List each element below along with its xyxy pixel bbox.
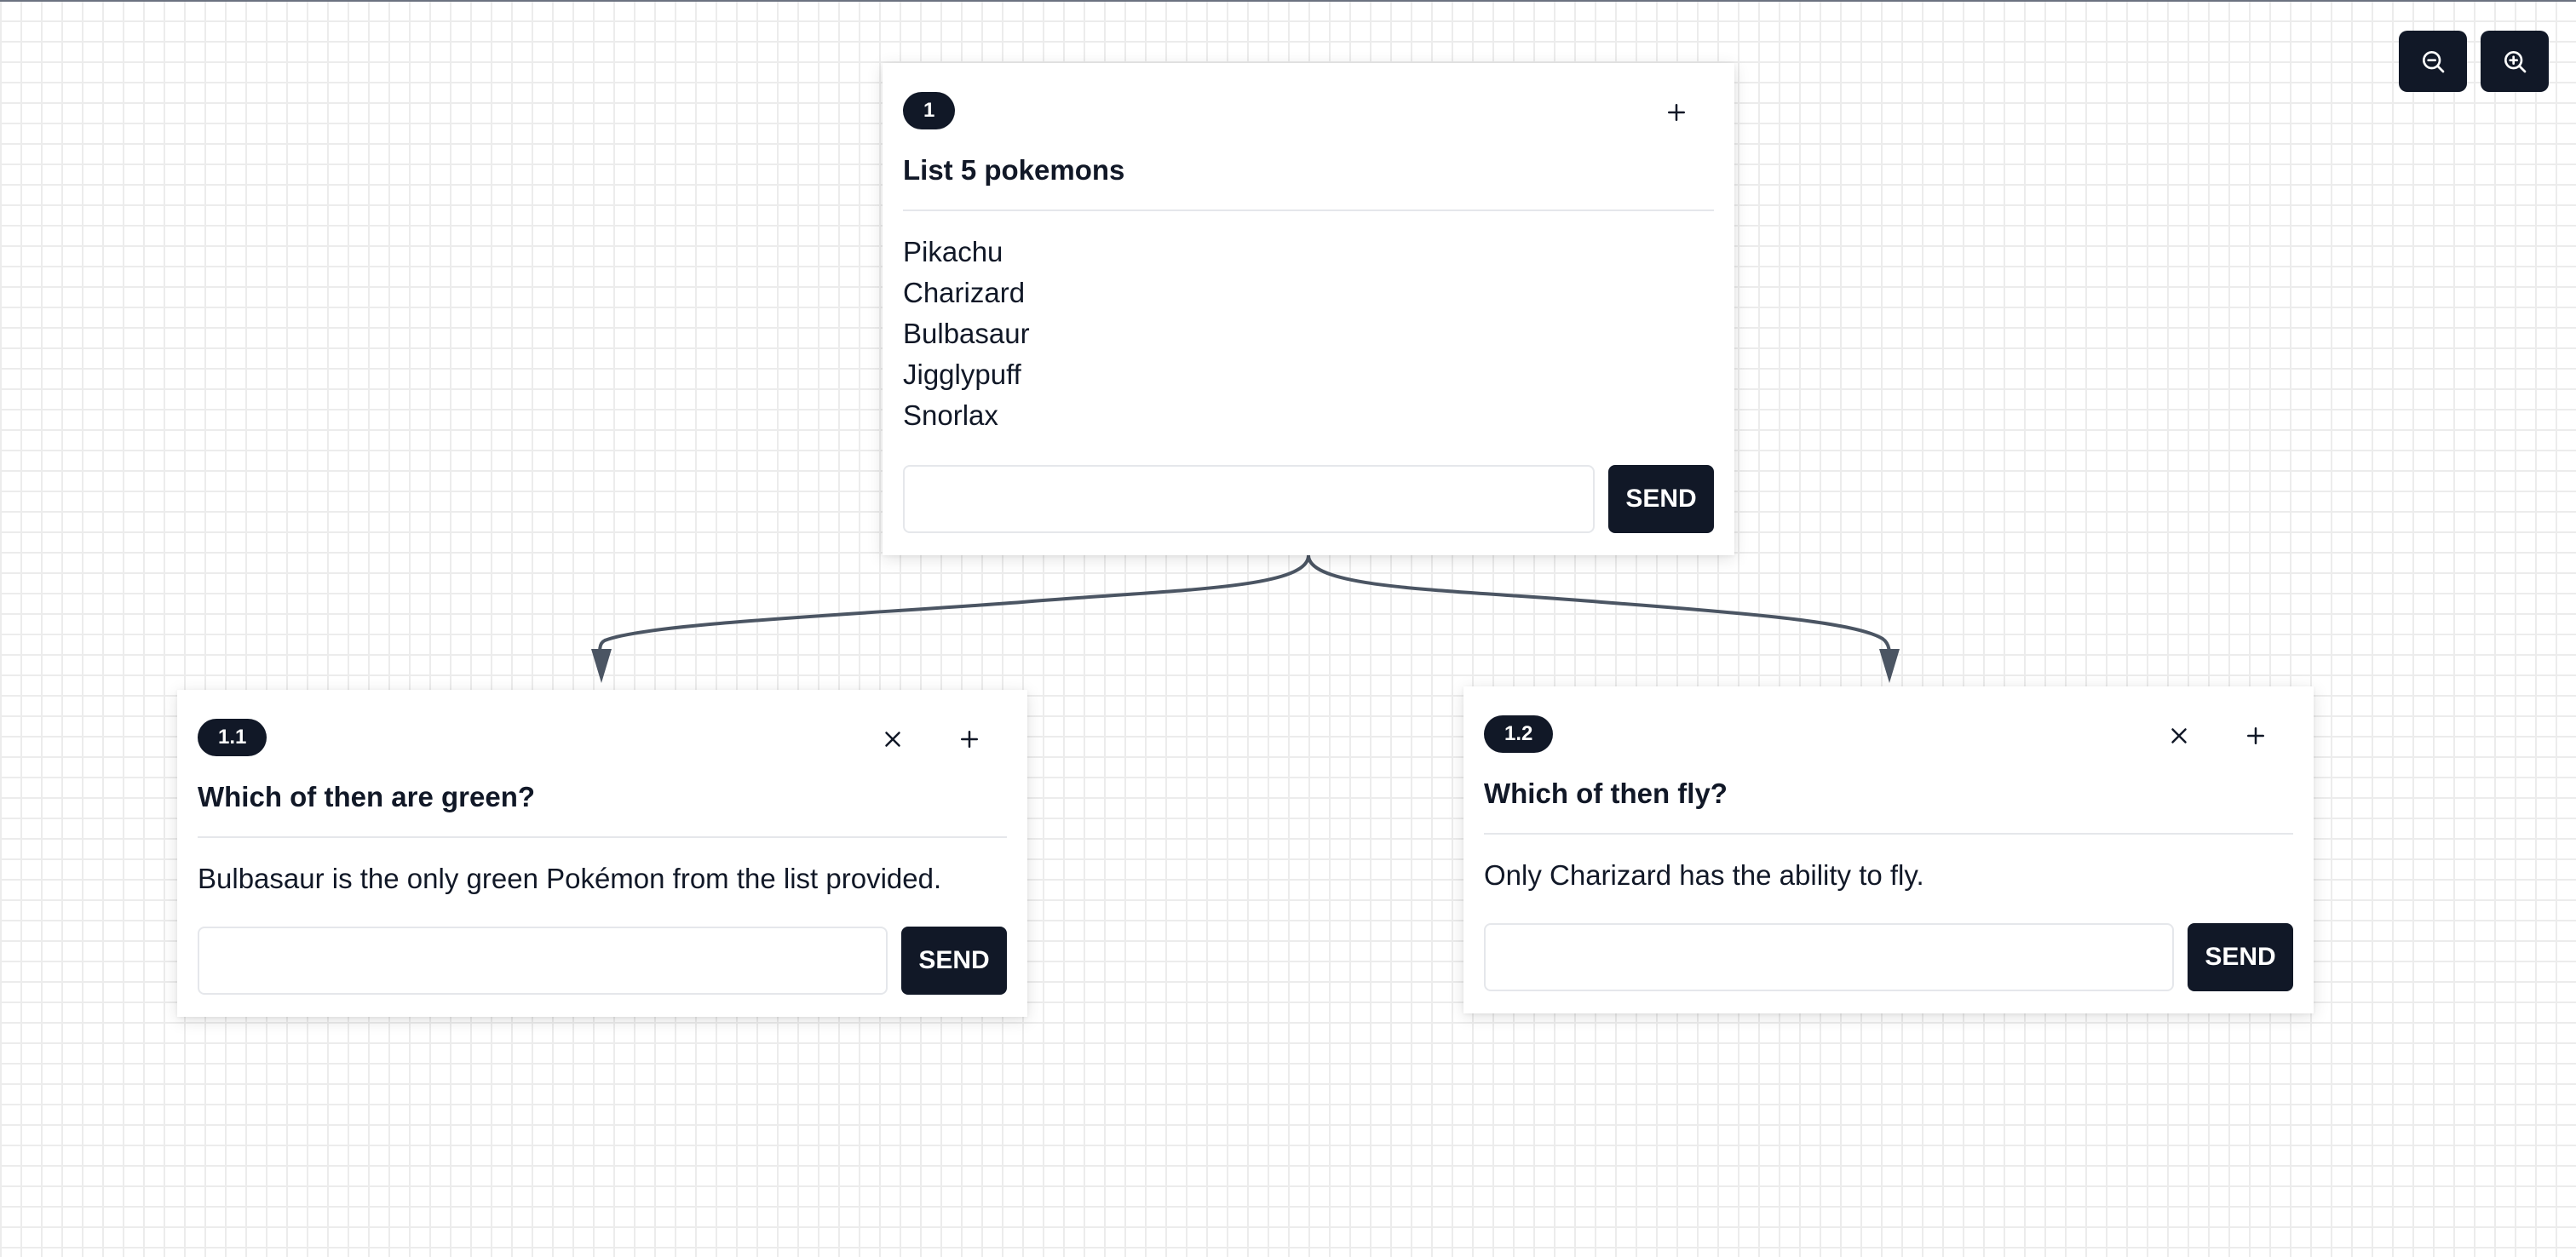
node-card-1: 1 List 5 pokemons Pikachu Charizard Bulb… xyxy=(883,63,1734,555)
response-line: Only Charizard has the ability to fly. xyxy=(1484,859,1924,891)
node-response: Only Charizard has the ability to fly. xyxy=(1484,855,2293,896)
node-response: Bulbasaur is the only green Pokémon from… xyxy=(198,858,1007,899)
prompt-input[interactable] xyxy=(198,927,888,995)
plus-icon xyxy=(2247,727,2264,744)
plus-icon xyxy=(1668,104,1685,121)
prompt-row: SEND xyxy=(198,927,1007,995)
response-line: Bulbasaur is the only green Pokémon from… xyxy=(198,863,942,894)
node-header: 1 xyxy=(903,83,1714,131)
zoom-in-icon xyxy=(2504,51,2527,73)
edge-1-to-1-2 xyxy=(1307,554,1892,665)
prompt-row: SEND xyxy=(1484,923,2293,991)
divider xyxy=(903,210,1714,211)
divider xyxy=(198,836,1007,838)
close-icon xyxy=(885,732,900,747)
prompt-input[interactable] xyxy=(1484,923,2174,991)
edge-arrow-1-1 xyxy=(591,649,612,683)
response-line: Snorlax xyxy=(903,399,998,431)
plus-icon xyxy=(961,731,978,748)
zoom-out-icon xyxy=(2423,51,2445,73)
delete-node-button[interactable] xyxy=(869,715,917,763)
node-badge: 1.1 xyxy=(198,719,267,756)
node-response: Pikachu Charizard Bulbasaur Jigglypuff S… xyxy=(903,232,1714,436)
node-title: List 5 pokemons xyxy=(903,154,1125,186)
node-header: 1.2 xyxy=(1484,707,2293,755)
response-line: Jigglypuff xyxy=(903,359,1021,390)
node-title: Which of then are green? xyxy=(198,781,536,812)
add-child-button[interactable] xyxy=(2232,712,2280,760)
prompt-input[interactable] xyxy=(903,465,1595,533)
prompt-row: SEND xyxy=(903,465,1714,533)
node-card-1-1: 1.1 Which of then are green? Bulbasaur i… xyxy=(177,690,1027,1017)
send-button[interactable]: SEND xyxy=(901,927,1007,995)
node-card-1-2: 1.2 Which of then fly? Only Charizard ha… xyxy=(1463,686,2314,1013)
zoom-out-button[interactable] xyxy=(2399,31,2467,92)
edge-arrow-1-2 xyxy=(1879,649,1900,683)
node-badge: 1.2 xyxy=(1484,715,1554,753)
send-button[interactable]: SEND xyxy=(2188,923,2293,991)
add-child-button[interactable] xyxy=(946,715,993,763)
node-title: Which of then fly? xyxy=(1484,778,1728,809)
node-header: 1.1 xyxy=(198,710,1007,758)
response-line: Pikachu xyxy=(903,236,1003,267)
divider xyxy=(1484,833,2293,835)
response-line: Charizard xyxy=(903,277,1026,308)
add-child-button[interactable] xyxy=(1653,89,1700,136)
delete-node-button[interactable] xyxy=(2155,712,2203,760)
node-badge: 1 xyxy=(903,92,956,129)
response-line: Bulbasaur xyxy=(903,318,1030,349)
close-icon xyxy=(2171,728,2187,743)
edge-1-to-1-1 xyxy=(598,554,1310,665)
zoom-in-button[interactable] xyxy=(2481,31,2549,92)
send-button[interactable]: SEND xyxy=(1608,465,1714,533)
